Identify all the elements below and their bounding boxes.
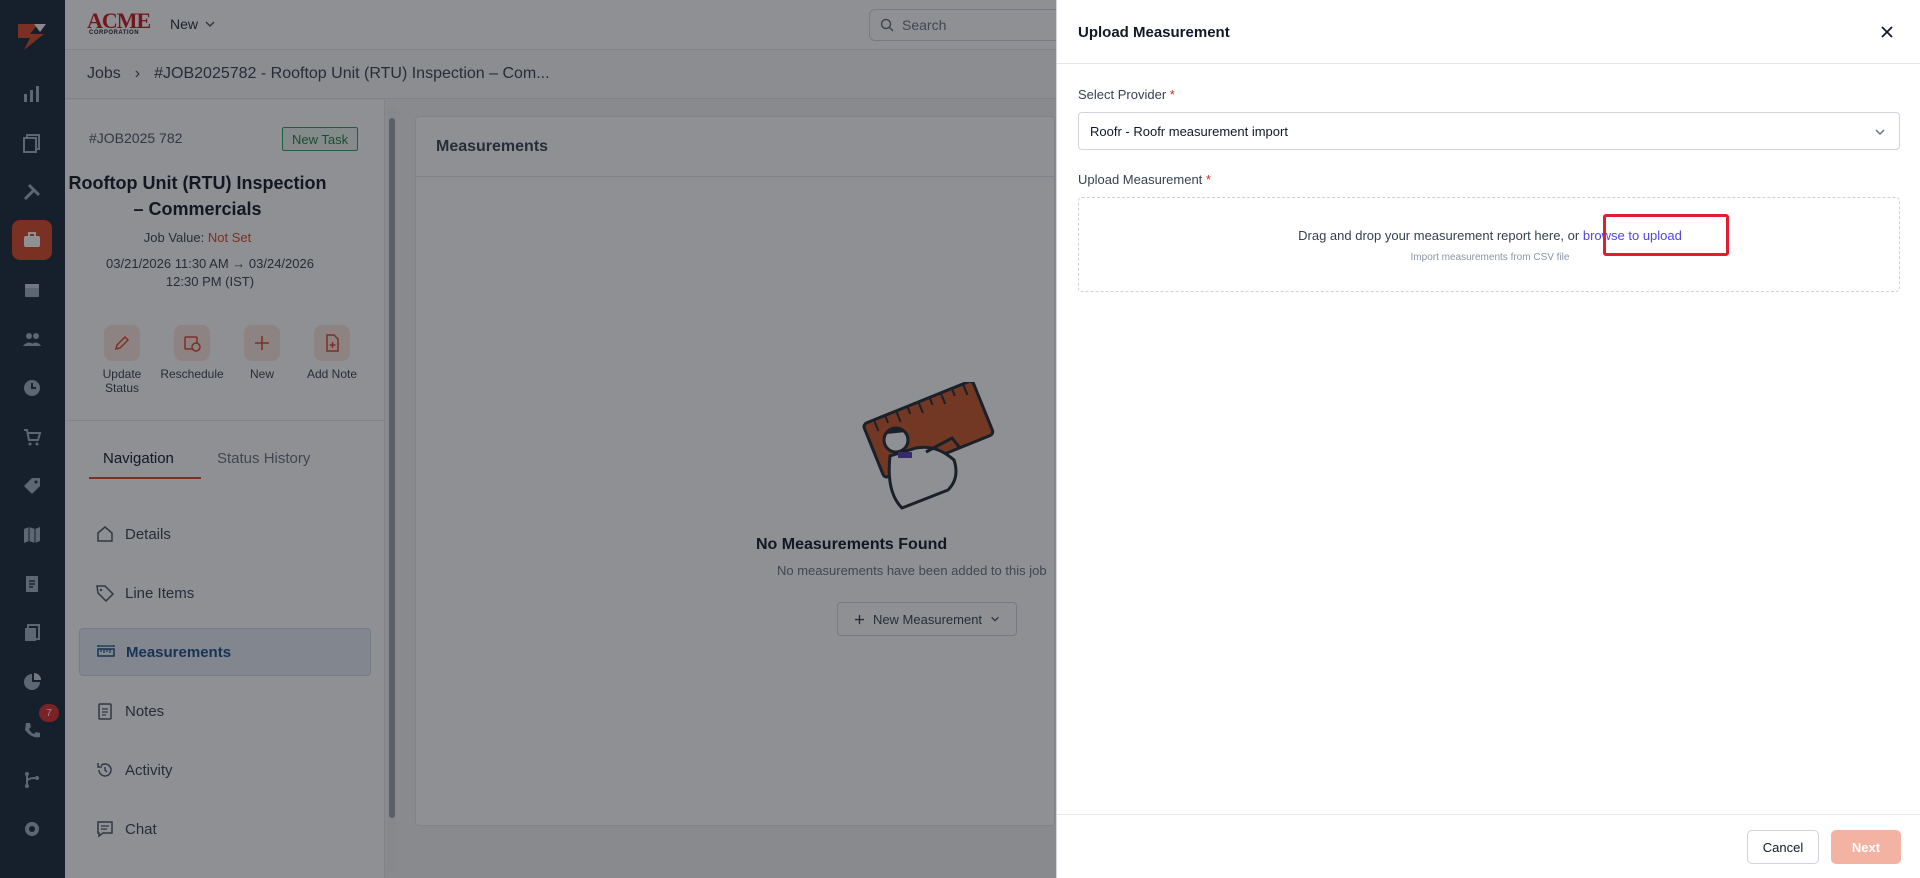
provider-label: Select Provider * (1078, 87, 1175, 102)
drawer-header: Upload Measurement (1057, 0, 1920, 64)
provider-select[interactable]: Roofr - Roofr measurement import (1078, 112, 1900, 150)
cancel-button[interactable]: Cancel (1747, 830, 1819, 864)
dropzone-hint: Import measurements from CSV file (1410, 252, 1570, 263)
file-dropzone[interactable]: Drag and drop your measurement report he… (1078, 197, 1900, 292)
drawer-footer: Cancel Next (1057, 814, 1920, 878)
dropzone-instructions: Drag and drop your measurement report he… (1298, 228, 1580, 243)
modal-backdrop[interactable] (0, 0, 1056, 878)
required-mark: * (1169, 87, 1175, 102)
app: 7 ACME CORPORATION New Search Jobs › #JO… (0, 0, 1920, 878)
next-button[interactable]: Next (1831, 830, 1901, 864)
provider-label-text: Select Provider (1078, 87, 1167, 102)
close-icon (1881, 26, 1893, 38)
upload-label: Upload Measurement * (1078, 172, 1211, 187)
provider-select-value: Roofr - Roofr measurement import (1090, 123, 1288, 139)
required-mark: * (1205, 172, 1211, 187)
highlight-box (1603, 214, 1729, 256)
close-button[interactable] (1875, 20, 1899, 44)
chevron-down-icon (1875, 129, 1885, 136)
upload-measurement-drawer: Upload Measurement Select Provider * Roo… (1056, 0, 1920, 878)
upload-label-text: Upload Measurement (1078, 172, 1203, 187)
dropzone-text: Drag and drop your measurement report he… (1079, 228, 1901, 243)
drawer-title: Upload Measurement (1078, 24, 1230, 41)
